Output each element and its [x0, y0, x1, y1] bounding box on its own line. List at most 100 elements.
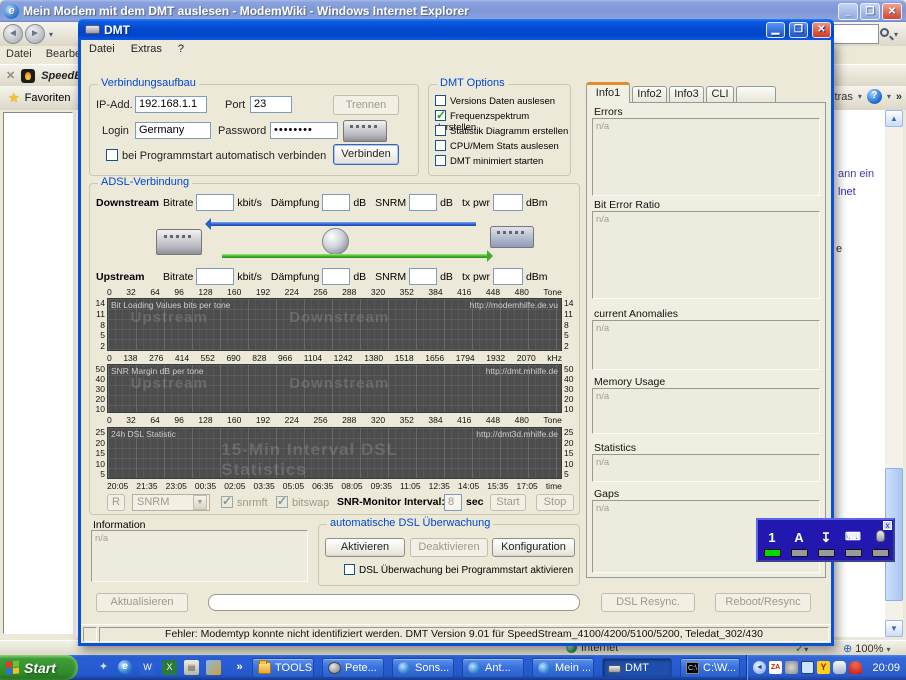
nav-history-caret[interactable]: ▾	[49, 30, 53, 39]
axis-tick: 10	[90, 404, 105, 414]
memory-usage-label: Memory Usage	[594, 376, 665, 388]
ie-close-button[interactable]: ✕	[882, 3, 902, 20]
frequenzspektrum-checkbox[interactable]	[435, 110, 446, 121]
start-button[interactable]: Start	[490, 494, 526, 511]
statistik-diagramm-checkbox[interactable]	[435, 125, 446, 136]
network-icon[interactable]	[801, 661, 814, 674]
tab-blank[interactable]	[736, 86, 776, 103]
extras-menu-clipped[interactable]: tras	[835, 91, 853, 103]
search-icon[interactable]	[880, 28, 889, 37]
scroll-up-icon[interactable]: ▲	[885, 110, 903, 127]
ie-menu-datei[interactable]: Datei	[6, 48, 32, 62]
axis-tick: 5	[564, 469, 579, 479]
taskbar-button-dmt[interactable]: DMT	[602, 658, 672, 678]
port-field[interactable]: 23	[250, 96, 292, 113]
verbinden-button[interactable]: Verbinden	[333, 144, 399, 165]
status-overlay-window[interactable]: x 1 A ↧ ⌨	[756, 518, 895, 562]
search-options-caret[interactable]: ▾	[894, 30, 898, 39]
downstream-bitrate-field[interactable]	[196, 194, 234, 211]
tab-info1[interactable]: Info1	[586, 82, 630, 103]
quicklaunch-word-icon[interactable]: W	[140, 660, 155, 675]
avira-icon[interactable]	[849, 661, 862, 674]
taskbar-button-tools[interactable]: TOOLS	[252, 658, 314, 678]
forward-button[interactable]: ►	[25, 24, 45, 44]
aktualisieren-button[interactable]: Aktualisieren	[96, 593, 188, 612]
password-field[interactable]: ••••••••	[270, 122, 338, 139]
toolbar-overflow-chevron[interactable]: »	[896, 91, 902, 103]
upstream-daempfung-field[interactable]	[322, 268, 350, 285]
taskbar-button-pete[interactable]: Pete...	[322, 658, 384, 678]
ueberwachung-autostart-checkbox[interactable]	[344, 564, 355, 575]
ip-address-field[interactable]: 192.168.1.1	[135, 96, 207, 113]
favorites-label[interactable]: Favoriten	[25, 92, 71, 104]
quicklaunch-app-icon[interactable]	[206, 660, 221, 675]
back-button[interactable]: ◄	[3, 24, 23, 44]
zoom-level[interactable]: 100%	[855, 643, 883, 655]
dmt-menubar: Datei Extras ?	[81, 40, 831, 59]
zonealarm-icon[interactable]: ZA	[769, 661, 782, 674]
trennen-button[interactable]: Trennen	[333, 95, 399, 115]
downstream-daempfung-field[interactable]	[322, 194, 350, 211]
quicklaunch-printer-icon[interactable]: ▤	[184, 660, 199, 675]
tray-collapse-icon[interactable]: ◄	[753, 661, 766, 674]
upstream-snrm-field[interactable]	[409, 268, 437, 285]
login-field[interactable]: Germany	[135, 122, 211, 139]
taskbar-button-cmd[interactable]: C:\C:\W...	[680, 658, 740, 678]
axis-tick: 11	[564, 309, 579, 319]
tray-app-icon[interactable]	[785, 661, 798, 674]
ie-maximize-button[interactable]: ❐	[860, 3, 880, 20]
quicklaunch-msn-icon[interactable]: ✦	[96, 660, 111, 675]
aktivieren-button[interactable]: Aktivieren	[325, 538, 405, 557]
upstream-txpwr-field[interactable]	[493, 268, 523, 285]
interval-field[interactable]: 8	[444, 494, 462, 511]
dmt-menu-extras[interactable]: Extras	[131, 43, 162, 56]
taskbar-button-sons[interactable]: Sons...	[392, 658, 454, 678]
start-button[interactable]: Start	[0, 655, 78, 680]
tab-info2[interactable]: Info2	[632, 86, 667, 103]
page-link-fragment[interactable]: lnet	[838, 186, 856, 198]
downstream-snrm-field[interactable]	[409, 194, 437, 211]
upstream-bitrate-field[interactable]	[196, 268, 234, 285]
overlay-close-icon[interactable]: x	[883, 521, 892, 530]
autoconnect-checkbox[interactable]	[106, 149, 118, 161]
cpumem-stats-checkbox[interactable]	[435, 140, 446, 151]
dsl-resync-button[interactable]: DSL Resync.	[601, 593, 695, 612]
r-button[interactable]: R	[107, 494, 125, 511]
dmt-titlebar[interactable]: DMT ▁ ❐ ✕	[78, 19, 834, 40]
dmt-close-button[interactable]: ✕	[812, 22, 831, 38]
status-lamp	[872, 549, 889, 557]
stop-button[interactable]: Stop	[536, 494, 574, 511]
taskbar-button-ant[interactable]: Ant...	[462, 658, 524, 678]
dmt-menu-datei[interactable]: Datei	[89, 43, 115, 56]
konfiguration-button[interactable]: Konfiguration	[492, 538, 575, 557]
axis-tick: 224	[285, 415, 299, 425]
scroll-down-icon[interactable]: ▼	[885, 620, 903, 637]
combo-dropdown-icon[interactable]: ▼	[193, 495, 207, 510]
quicklaunch-overflow-chevron[interactable]: »	[232, 660, 247, 675]
quicklaunch-excel-icon[interactable]: X	[162, 660, 177, 675]
dmt-menu-help[interactable]: ?	[178, 43, 184, 56]
snrm-combobox[interactable]: SNRM▼	[132, 494, 210, 511]
taskbar-button-mein[interactable]: Mein ...	[532, 658, 594, 678]
reboot-resync-button[interactable]: Reboot/Resync	[715, 593, 811, 612]
quicklaunch-ie-icon[interactable]: e	[118, 660, 132, 674]
bitswap-checkbox[interactable]	[276, 496, 288, 508]
snrmft-checkbox[interactable]	[221, 496, 233, 508]
taskbar: Start ✦ e W X ▤ » TOOLS Pete... Sons... …	[0, 655, 906, 680]
dmt-minimiert-checkbox[interactable]	[435, 155, 446, 166]
deaktivieren-button[interactable]: Deaktivieren	[410, 538, 488, 557]
tab-info3[interactable]: Info3	[669, 86, 704, 103]
messenger-icon[interactable]	[833, 661, 846, 674]
ie-minimize-button[interactable]: _	[838, 3, 858, 20]
help-icon[interactable]: ?	[867, 89, 882, 104]
autoconnect-label: bei Programmstart automatisch verbinden	[122, 150, 326, 162]
downstream-txpwr-field[interactable]	[493, 194, 523, 211]
axis-tick: 10	[90, 459, 105, 469]
yahoo-icon[interactable]: Y	[817, 661, 830, 674]
versions-daten-checkbox[interactable]	[435, 95, 446, 106]
dmt-maximize-button[interactable]: ❐	[789, 22, 808, 38]
toolbar-close-icon[interactable]: ✕	[6, 69, 15, 82]
dmt-minimize-button[interactable]: ▁	[766, 22, 785, 38]
tab-cli[interactable]: CLI	[706, 86, 734, 103]
axis-tick: 2	[564, 341, 579, 351]
